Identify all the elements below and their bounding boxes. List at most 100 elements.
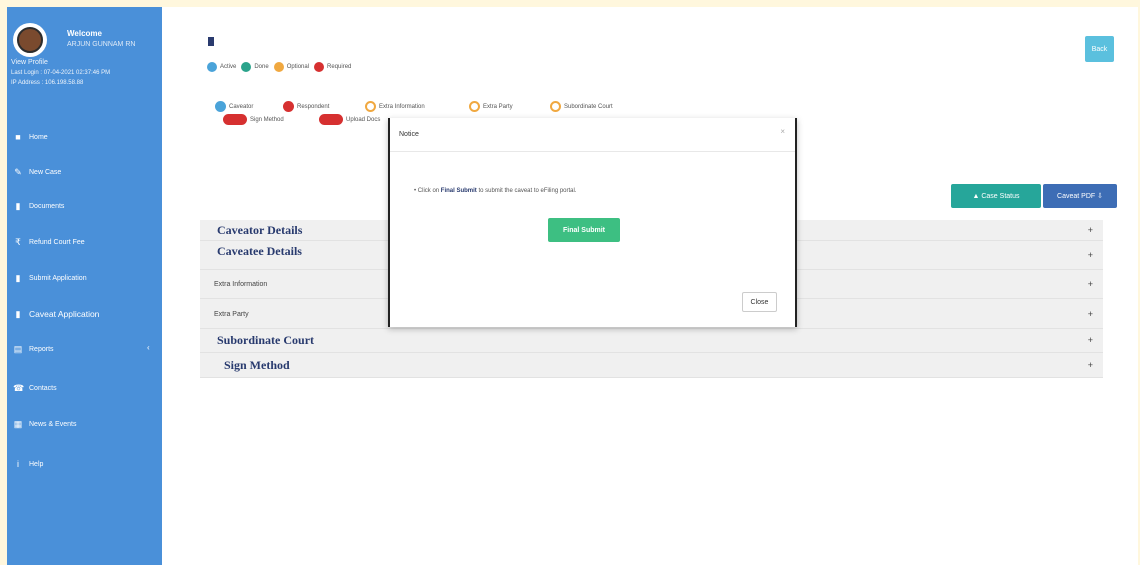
sidebar-item-home[interactable]: ■ Home (13, 128, 48, 146)
app-window: Welcome ARJUN GUNNAM RN View Profile Las… (7, 7, 1138, 565)
sidebar-item-label: Refund Court Fee (29, 238, 85, 246)
accordion-label: Subordinate Court (217, 333, 315, 347)
report-icon: ▤ (13, 343, 23, 354)
legend-label: Done (254, 64, 269, 70)
contacts-icon: ☎ (13, 382, 25, 393)
sidebar-item-help[interactable]: i Help (13, 455, 43, 473)
case-status-button[interactable]: ▲ Case Status (951, 184, 1041, 208)
step-label: Extra Information (379, 103, 425, 110)
tab-respondent[interactable]: Respondent (283, 101, 329, 112)
help-icon: i (17, 459, 19, 469)
accordion-label: Extra Information (214, 281, 268, 288)
plus-icon[interactable]: + (1088, 225, 1093, 235)
sidebar-item-new-case[interactable]: ✎ New Case (13, 163, 61, 181)
ip-address: IP Address : 106.198.58.88 (11, 80, 84, 86)
modal-divider (390, 151, 795, 152)
accordion-label: Caveator Details (217, 223, 303, 237)
legend-item-active: Active (207, 62, 236, 72)
accordion-label: Sign Method (224, 358, 290, 372)
close-button[interactable]: Close (742, 292, 777, 312)
plus-icon[interactable]: + (1088, 309, 1093, 319)
legend-dot (314, 62, 325, 72)
accordion-subordinate-court[interactable]: Subordinate Court + (200, 329, 1103, 353)
sidebar-item-label: News & Events (29, 420, 77, 428)
plus-icon[interactable]: + (1088, 279, 1093, 289)
step-label: Subordinate Court (564, 103, 613, 110)
sidebar-item-label: Reports (29, 345, 54, 353)
tab-sign-method[interactable]: Sign Method (223, 114, 284, 125)
tab-caveator[interactable]: Caveator (215, 101, 253, 112)
tab-subordinate-court[interactable]: Subordinate Court (550, 101, 613, 112)
step-indicator (283, 101, 294, 112)
sidebar-item-label: Contacts (29, 384, 57, 392)
accordion-sign-method[interactable]: Sign Method + (200, 353, 1103, 378)
caveat-pdf-button[interactable]: Caveat PDF ⇩ (1043, 184, 1117, 208)
step-indicator (215, 101, 226, 112)
chevron-left-icon[interactable]: ‹ (147, 343, 150, 352)
last-login: Last Login : 07-04-2021 02:37:46 PM (11, 70, 111, 76)
legend-dot (207, 62, 217, 72)
tab-upload-docs[interactable]: Upload Docs (319, 114, 380, 125)
sidebar-item-reports[interactable]: ▤ Reports (13, 340, 54, 358)
sidebar-item-submit-application[interactable]: ▮ Submit Application (13, 269, 87, 287)
home-icon: ■ (15, 132, 21, 142)
step-indicator (319, 114, 343, 125)
plus-icon[interactable]: + (1088, 335, 1093, 345)
document-icon: ▮ (15, 308, 21, 319)
message-suffix: to submit the caveat to eFiling portal. (476, 188, 577, 194)
sidebar-item-label: Caveat Application (29, 309, 100, 319)
step-indicator (550, 101, 561, 112)
legend-item-optional: Optional (273, 62, 310, 72)
welcome-label: Welcome (67, 29, 102, 38)
legend-label: Optional (286, 64, 310, 70)
sidebar: Welcome ARJUN GUNNAM RN View Profile Las… (7, 7, 162, 565)
step-label: Respondent (297, 103, 330, 110)
message-bold: Final Submit (440, 188, 477, 194)
modal-title: Notice (399, 131, 419, 138)
legend-label: Required (327, 64, 352, 70)
step-label: Sign Method (250, 116, 284, 123)
status-legend: Active Done Optional Required (207, 62, 351, 72)
step-indicator (469, 101, 480, 112)
view-profile-link[interactable]: View Profile (11, 59, 48, 66)
close-icon[interactable]: × (780, 127, 785, 136)
step-label: Caveator (229, 103, 254, 110)
sidebar-item-documents[interactable]: ▮ Documents (13, 197, 65, 215)
username: ARJUN GUNNAM RN (67, 41, 136, 48)
document-icon: ▮ (15, 272, 21, 283)
tab-extra-party[interactable]: Extra Party (469, 101, 513, 112)
step-indicator (365, 101, 376, 112)
notice-modal: Notice × • Click on Final Submit to subm… (388, 118, 797, 327)
caveat-pdf-label: Caveat PDF (1057, 193, 1096, 200)
avatar[interactable] (13, 23, 47, 57)
plus-icon[interactable]: + (1088, 250, 1093, 260)
news-icon: ▦ (13, 418, 23, 429)
final-submit-button[interactable]: Final Submit (548, 218, 620, 242)
sidebar-item-contacts[interactable]: ☎ Contacts (13, 379, 57, 397)
legend-item-done: Done (241, 62, 269, 72)
sidebar-item-news-events[interactable]: ▦ News & Events (13, 415, 77, 433)
step-indicator (223, 114, 247, 125)
accordion-label: Extra Party (214, 311, 249, 318)
user-photo (17, 27, 43, 53)
sidebar-item-label: Documents (29, 202, 65, 210)
modal-message: • Click on Final Submit to submit the ca… (414, 188, 577, 194)
sidebar-item-label: Submit Application (29, 274, 87, 282)
sidebar-item-label: Home (29, 133, 48, 141)
sidebar-item-caveat-application[interactable]: ▮ Caveat Application (13, 305, 100, 323)
sidebar-item-label: New Case (29, 168, 62, 176)
accordion-label: Caveatee Details (217, 244, 302, 258)
legend-dot (241, 62, 252, 72)
step-label: Extra Party (483, 103, 513, 110)
tab-extra-information[interactable]: Extra Information (365, 101, 425, 112)
plus-icon[interactable]: + (1088, 360, 1093, 370)
rupee-icon: ₹ (15, 236, 21, 247)
case-status-label: Case Status (981, 192, 1020, 200)
sidebar-item-label: Help (29, 460, 44, 468)
back-button[interactable]: Back (1085, 36, 1114, 62)
step-label: Upload Docs (346, 116, 381, 123)
message-prefix: Click on (417, 188, 441, 194)
sidebar-item-refund-court-fee[interactable]: ₹ Refund Court Fee (13, 233, 85, 251)
legend-item-required: Required (314, 62, 351, 72)
file-icon (208, 37, 214, 46)
